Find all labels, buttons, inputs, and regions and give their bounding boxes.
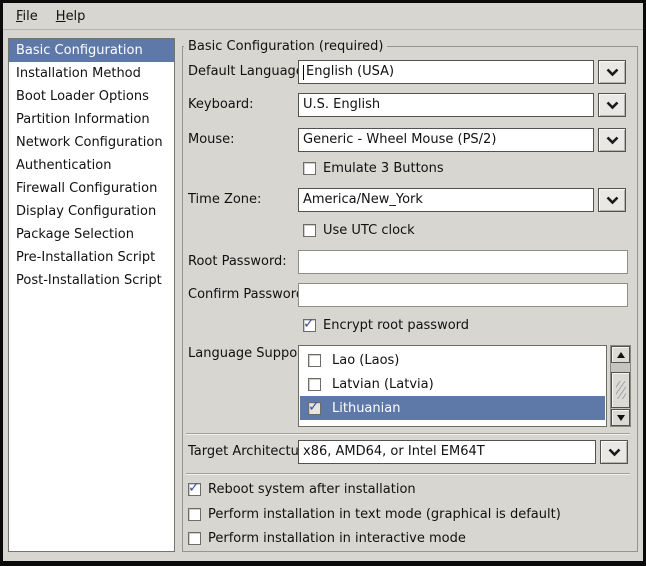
separator <box>186 433 630 435</box>
keyboard-label: Keyboard: <box>188 93 254 117</box>
checkbox-icon <box>308 402 321 415</box>
sidebar-item-installation-method[interactable]: Installation Method <box>9 62 174 85</box>
sidebar-item-package-selection[interactable]: Package Selection <box>9 223 174 246</box>
language-option-latvian[interactable]: Latvian (Latvia) <box>300 372 605 396</box>
keyboard-value: U.S. English <box>303 97 380 112</box>
emulate-3-buttons-label: Emulate 3 Buttons <box>323 161 444 176</box>
reboot-after-install-checkbox[interactable]: Reboot system after installation <box>188 481 416 498</box>
checkbox-icon <box>303 162 316 175</box>
menu-help[interactable]: Help <box>47 6 95 27</box>
keyboard-dropdown-button[interactable] <box>598 93 626 117</box>
sidebar-item-authentication[interactable]: Authentication <box>9 154 174 177</box>
sidebar-item-network-configuration[interactable]: Network Configuration <box>9 131 174 154</box>
emulate-3-buttons-checkbox[interactable]: Emulate 3 Buttons <box>303 160 444 177</box>
text-mode-install-label: Perform installation in text mode (graph… <box>208 507 561 522</box>
sidebar-item-post-installation-script[interactable]: Post-Installation Script <box>9 269 174 292</box>
checkbox-icon <box>188 508 201 521</box>
language-option-label: Lao (Laos) <box>332 353 399 368</box>
checkbox-icon <box>188 483 201 496</box>
separator <box>186 473 630 475</box>
sidebar-item-firewall-configuration[interactable]: Firewall Configuration <box>9 177 174 200</box>
default-language-dropdown-button[interactable] <box>598 60 626 84</box>
use-utc-clock-checkbox[interactable]: Use UTC clock <box>303 222 415 239</box>
chevron-down-icon <box>606 196 619 205</box>
language-option-label: Macedonian <box>332 425 411 428</box>
confirm-password-input[interactable] <box>298 283 628 307</box>
scroll-up-button[interactable] <box>611 346 630 363</box>
mouse-entry[interactable]: Generic - Wheel Mouse (PS/2) <box>298 128 594 152</box>
language-option-lithuanian[interactable]: Lithuanian <box>300 396 605 420</box>
mouse-dropdown-button[interactable] <box>598 128 626 152</box>
checkbox-icon <box>303 319 316 332</box>
chevron-down-icon <box>606 101 619 110</box>
sidebar-item-pre-installation-script[interactable]: Pre-Installation Script <box>9 246 174 269</box>
checkbox-icon <box>188 532 201 545</box>
language-support-list: Lao (Laos) Latvian (Latvia) Lithuanian M… <box>298 345 607 427</box>
language-list-scrollbar[interactable] <box>610 345 631 427</box>
text-caret <box>303 65 304 80</box>
checkbox-icon <box>303 224 316 237</box>
frame-title: Basic Configuration (required) <box>184 39 387 54</box>
encrypt-root-password-label: Encrypt root password <box>323 318 469 333</box>
checkbox-icon <box>308 426 321 428</box>
language-support-label: Language Support: <box>188 345 312 363</box>
language-option-lao[interactable]: Lao (Laos) <box>300 348 605 372</box>
interactive-install-label: Perform installation in interactive mode <box>208 531 466 546</box>
language-option-label: Lithuanian <box>332 401 400 416</box>
chevron-down-icon <box>606 136 619 145</box>
default-language-entry[interactable]: English (USA) <box>298 60 594 84</box>
target-architecture-value: x86, AMD64, or Intel EM64T <box>303 444 485 459</box>
encrypt-root-password-checkbox[interactable]: Encrypt root password <box>303 317 469 334</box>
menu-bar: File Help <box>3 3 643 30</box>
root-password-input[interactable] <box>298 250 628 274</box>
time-zone-label: Time Zone: <box>188 188 261 212</box>
language-option-macedonian[interactable]: Macedonian <box>300 420 605 427</box>
scrollbar-thumb[interactable] <box>611 372 630 408</box>
sidebar-item-display-configuration[interactable]: Display Configuration <box>9 200 174 223</box>
default-language-label: Default Language: <box>188 60 308 84</box>
root-password-label: Root Password: <box>188 250 287 274</box>
text-mode-install-checkbox[interactable]: Perform installation in text mode (graph… <box>188 506 561 523</box>
interactive-install-checkbox[interactable]: Perform installation in interactive mode <box>188 530 466 547</box>
time-zone-entry[interactable]: America/New_York <box>298 188 594 212</box>
time-zone-dropdown-button[interactable] <box>598 188 626 212</box>
use-utc-clock-label: Use UTC clock <box>323 223 415 238</box>
scroll-down-button[interactable] <box>611 409 630 426</box>
kickstart-configurator-window: File Help Basic Configuration Installati… <box>0 0 646 566</box>
mouse-value: Generic - Wheel Mouse (PS/2) <box>303 132 496 147</box>
arrow-down-icon <box>617 415 625 421</box>
keyboard-entry[interactable]: U.S. English <box>298 93 594 117</box>
chevron-down-icon <box>608 448 621 457</box>
time-zone-value: America/New_York <box>303 192 423 207</box>
chevron-down-icon <box>606 68 619 77</box>
section-list: Basic Configuration Installation Method … <box>8 38 175 552</box>
arrow-up-icon <box>617 352 625 358</box>
sidebar-item-basic-configuration[interactable]: Basic Configuration <box>9 39 174 62</box>
sidebar-item-partition-information[interactable]: Partition Information <box>9 108 174 131</box>
menu-file[interactable]: File <box>7 6 47 27</box>
sidebar-item-boot-loader-options[interactable]: Boot Loader Options <box>9 85 174 108</box>
checkbox-icon <box>308 354 321 367</box>
reboot-after-install-label: Reboot system after installation <box>208 482 416 497</box>
checkbox-icon <box>308 378 321 391</box>
target-architecture-dropdown-button[interactable] <box>600 440 628 464</box>
default-language-value: English (USA) <box>303 64 394 79</box>
target-architecture-entry[interactable]: x86, AMD64, or Intel EM64T <box>298 440 596 464</box>
language-option-label: Latvian (Latvia) <box>332 377 434 392</box>
confirm-password-label: Confirm Password: <box>188 283 308 307</box>
mouse-label: Mouse: <box>188 128 235 152</box>
